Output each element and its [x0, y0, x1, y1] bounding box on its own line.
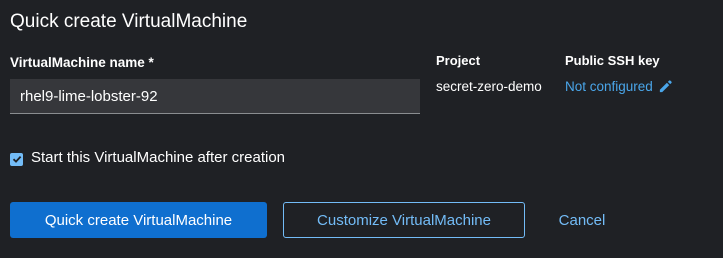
quick-create-panel: Quick create VirtualMachine VirtualMachi…: [0, 0, 723, 258]
start-after-creation-label: Start this VirtualMachine after creation: [31, 149, 286, 166]
ssh-key-value: Not configured: [565, 79, 653, 94]
customize-button[interactable]: Customize VirtualMachine: [283, 202, 525, 238]
start-after-creation-checkbox[interactable]: [10, 152, 23, 166]
cancel-button[interactable]: Cancel: [547, 202, 617, 238]
checkmark-icon: [12, 155, 21, 163]
project-value: secret-zero-demo: [436, 79, 542, 94]
quick-create-button[interactable]: Quick create VirtualMachine: [10, 202, 267, 238]
start-after-creation-row[interactable]: Start this VirtualMachine after creation: [10, 149, 285, 166]
ssh-key-label: Public SSH key: [565, 53, 660, 68]
vm-name-label: VirtualMachine name *: [10, 55, 154, 70]
ssh-key-edit-link[interactable]: Not configured: [565, 79, 673, 94]
project-label: Project: [436, 53, 481, 68]
pencil-icon: [659, 80, 672, 93]
dialog-title: Quick create VirtualMachine: [10, 11, 248, 32]
vm-name-input[interactable]: [10, 79, 420, 114]
